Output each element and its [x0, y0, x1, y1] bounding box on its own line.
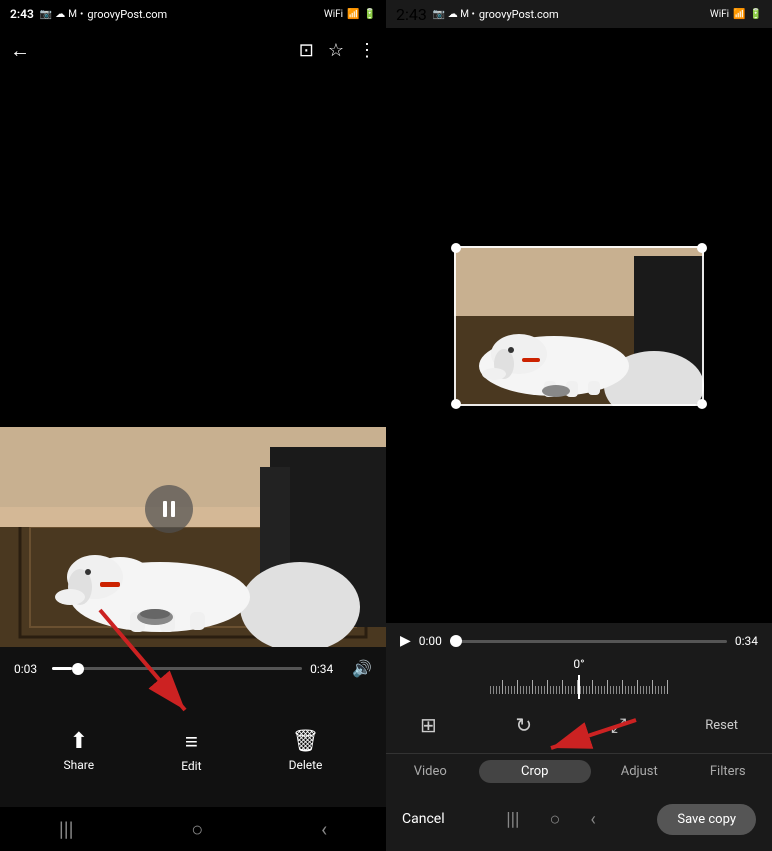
- back-button[interactable]: ←: [10, 38, 30, 63]
- wifi-icon: WiFi: [324, 9, 343, 20]
- right-panel: 2:43 📷 ☁ M • groovyPost.com WiFi 📶 🔋: [386, 0, 772, 851]
- dog-scene-svg: [0, 427, 386, 647]
- delete-icon: 🗑: [292, 729, 320, 754]
- delete-label: Delete: [289, 758, 323, 772]
- progress-thumb[interactable]: [72, 663, 84, 675]
- crop-overlay-right: [704, 246, 772, 406]
- rotation-degree: 0°: [573, 657, 584, 671]
- edit-button[interactable]: ≡ Edit: [181, 729, 201, 773]
- action-row: ⬆ Share ≡ Edit 🗑 Delete: [0, 694, 386, 807]
- crop-overlay-bottom: [386, 406, 772, 624]
- right-bottom-nav: ||| ○ ‹: [486, 797, 615, 841]
- right-signal-icons: WiFi 📶 🔋: [710, 9, 762, 20]
- right-domain: groovyPost.com: [479, 8, 559, 21]
- tab-bar: Video Crop Adjust Filters: [386, 753, 772, 787]
- timeline-area: ▶ 0:00 0:34 0°: [386, 623, 772, 753]
- nav-icons-group: ⊡ ☆ ⋮: [299, 40, 376, 61]
- dog-video-frame: [0, 427, 386, 647]
- signal-icon: 📶: [347, 9, 359, 20]
- crop-frame[interactable]: [454, 246, 704, 406]
- ruler-center-indicator: [578, 675, 580, 699]
- nav-recent-apps[interactable]: |||: [59, 817, 74, 841]
- aspect-ratio-icon[interactable]: ⊞: [420, 713, 437, 737]
- play-button[interactable]: ▶: [400, 633, 411, 649]
- tab-crop[interactable]: Crop: [479, 760, 592, 783]
- pause-icon: [163, 501, 175, 517]
- star-icon[interactable]: ☆: [328, 40, 344, 61]
- tab-video[interactable]: Video: [386, 760, 475, 783]
- volume-icon[interactable]: 🔊: [352, 659, 372, 678]
- crop-handle-tr[interactable]: [697, 243, 707, 253]
- crop-overlay-top: [386, 28, 772, 246]
- reset-button[interactable]: Reset: [705, 718, 738, 733]
- left-domain: groovyPost.com: [87, 8, 167, 21]
- left-bottom-nav: ||| ○ ‹: [0, 807, 386, 851]
- delete-button[interactable]: 🗑 Delete: [289, 729, 323, 772]
- menu-icon[interactable]: ⋮: [358, 40, 376, 61]
- right-nav-home[interactable]: ○: [549, 809, 560, 830]
- progress-fill: [52, 667, 72, 670]
- edit-label: Edit: [181, 759, 201, 773]
- bottom-controls: 0:03 0:34 🔊 ⬆ Share ≡ Edit 🗑 Delete: [0, 647, 386, 807]
- tab-adjust[interactable]: Adjust: [595, 760, 684, 783]
- bottom-action-row: Cancel ||| ○ ‹ Save copy: [386, 787, 772, 851]
- right-status-bar: 2:43 📷 ☁ M • groovyPost.com WiFi 📶 🔋: [386, 0, 772, 28]
- cancel-button[interactable]: Cancel: [402, 811, 445, 827]
- right-nav-back[interactable]: ‹: [590, 809, 595, 830]
- end-time-left: 0:34: [310, 662, 340, 676]
- playback-track[interactable]: [450, 640, 727, 643]
- right-status-icons: 📷 ☁ M •: [433, 9, 475, 20]
- left-time: 2:43: [10, 7, 34, 21]
- nav-back[interactable]: ‹: [321, 817, 327, 841]
- save-copy-button[interactable]: Save copy: [657, 804, 756, 835]
- crop-handle-tl[interactable]: [451, 243, 461, 253]
- playback-row: ▶ 0:00 0:34: [400, 633, 758, 649]
- rotation-ruler[interactable]: [400, 675, 758, 699]
- left-status-icons: 📷 ☁ M •: [40, 9, 84, 20]
- cast-icon[interactable]: ⊡: [299, 40, 314, 61]
- crop-overlay-left: [386, 246, 454, 406]
- video-area[interactable]: [0, 72, 386, 647]
- share-icon: ⬆: [70, 729, 88, 754]
- rotate-icon[interactable]: ↻: [515, 713, 532, 737]
- edit-icon: ≡: [185, 729, 198, 755]
- rotation-area: 0°: [400, 657, 758, 699]
- expand-icon[interactable]: ⤢: [611, 713, 627, 737]
- crop-handle-bl[interactable]: [451, 399, 461, 409]
- right-video-area: [386, 28, 772, 623]
- crop-handle-br[interactable]: [697, 399, 707, 409]
- left-top-nav: ← ⊡ ☆ ⋮: [0, 28, 386, 72]
- right-battery-icon: 🔋: [750, 9, 762, 20]
- black-upper: [0, 72, 386, 417]
- left-signal-icons: WiFi 📶 🔋: [324, 9, 376, 20]
- playback-end-time: 0:34: [735, 634, 758, 648]
- share-button[interactable]: ⬆ Share: [64, 729, 95, 772]
- tab-filters[interactable]: Filters: [684, 760, 772, 783]
- playback-thumb[interactable]: [450, 635, 462, 647]
- share-label: Share: [64, 758, 95, 772]
- play-pause-button[interactable]: [145, 485, 193, 533]
- right-signal-icon: 📶: [733, 9, 745, 20]
- playback-current-time: 0:00: [419, 634, 442, 648]
- left-status-bar: 2:43 📷 ☁ M • groovyPost.com WiFi 📶 🔋: [0, 0, 386, 28]
- current-time-left: 0:03: [14, 662, 44, 676]
- left-panel: 2:43 📷 ☁ M • groovyPost.com WiFi 📶 🔋 ← ⊡…: [0, 0, 386, 851]
- tool-icons-row: ⊞ ↻ ⤢ Reset: [400, 707, 758, 743]
- battery-icon: 🔋: [364, 9, 376, 20]
- nav-home[interactable]: ○: [191, 817, 203, 842]
- progress-row: 0:03 0:34 🔊: [0, 659, 386, 678]
- progress-track[interactable]: [52, 667, 302, 670]
- right-time: 2:43: [396, 5, 427, 24]
- right-nav-recent[interactable]: |||: [506, 809, 519, 830]
- right-video-inner: [386, 28, 772, 623]
- right-wifi-icon: WiFi: [710, 9, 729, 20]
